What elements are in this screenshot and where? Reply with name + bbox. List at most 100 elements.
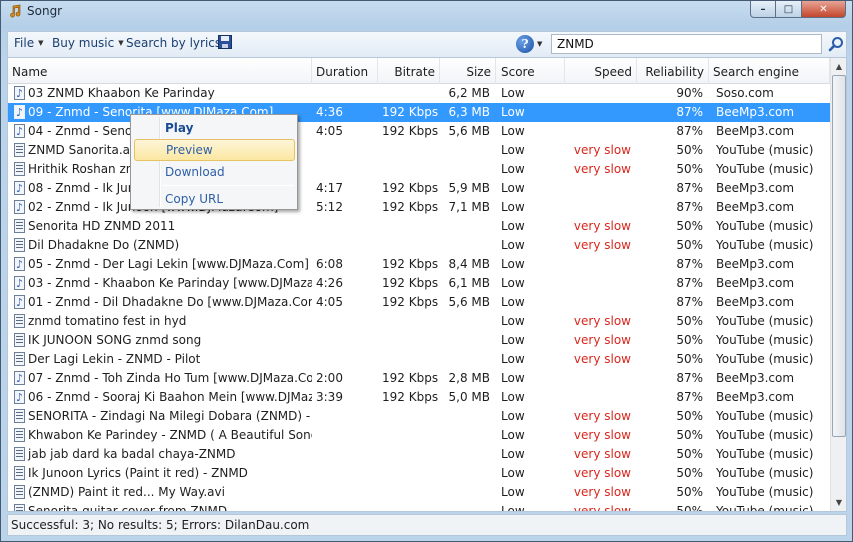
cell-speed: very slow [573, 314, 631, 328]
help-icon[interactable]: ? [516, 35, 534, 53]
chevron-down-icon[interactable]: ▼ [537, 40, 542, 48]
title-bar[interactable]: Songr – □ ✕ [1, 1, 852, 23]
table-row[interactable]: Der Lagi Lekin - ZNMD - Pilot Low very slo… [8, 350, 830, 369]
music-note-icon [10, 4, 21, 18]
search-by-lyrics-link[interactable]: Search by lyrics [126, 36, 221, 50]
column-score[interactable]: Score [497, 58, 565, 84]
column-search-engine[interactable]: Search engine [709, 58, 830, 84]
cell-reliability: 87% [676, 105, 703, 119]
vertical-scrollbar[interactable]: ▲ ▼ [830, 58, 846, 511]
cell-bitrate: 192 Kbps [382, 124, 438, 138]
scrollbar-thumb[interactable] [832, 75, 846, 437]
table-row[interactable]: Ik Junoon Lyrics (Paint it red) - ZNMD Lo… [8, 464, 830, 483]
cell-bitrate [378, 426, 438, 445]
cell-name: 07 - Znmd - Toh Zinda Ho Tum [www.DJMaza… [28, 371, 312, 385]
table-row[interactable]: 01 - Znmd - Dil Dhadakne Do [www.DJMaza.… [8, 293, 830, 312]
cell-speed: very slow [573, 162, 631, 176]
table-row[interactable]: Dil Dhadakne Do (ZNMD) Low very slow 50% You… [8, 236, 830, 255]
cell-speed: very slow [573, 352, 631, 366]
cell-speed [565, 198, 635, 217]
cell-search-engine: BeeMp3.com [716, 124, 795, 138]
cell-score: Low [501, 447, 525, 461]
table-row[interactable]: 05 - Znmd - Der Lagi Lekin [www.DJMaza.C… [8, 255, 830, 274]
cell-search-engine: Soso.com [716, 86, 774, 100]
table-row[interactable]: znmd tomatino fest in hyd Low very slow 50%… [8, 312, 830, 331]
file-menu-label: File [14, 36, 35, 50]
menu-item-download[interactable]: Download [134, 161, 295, 183]
cell-reliability: 50% [676, 143, 703, 157]
menu-item-copy-url[interactable]: Copy URL [134, 188, 295, 210]
cell-name: 06 - Znmd - Sooraj Ki Baahon Mein [www.D… [28, 390, 312, 404]
maximize-button[interactable]: □ [776, 1, 802, 18]
cell-size [440, 350, 494, 369]
cell-score: Low [501, 86, 525, 100]
cell-search-engine: BeeMp3.com [716, 295, 795, 309]
column-bitrate[interactable]: Bitrate [378, 58, 440, 84]
scroll-down-icon[interactable]: ▼ [831, 494, 846, 511]
buy-music-label: Buy music [52, 36, 115, 50]
table-row[interactable]: 06 - Znmd - Sooraj Ki Baahon Mein [www.D… [8, 388, 830, 407]
file-menu[interactable]: File ▼ [14, 36, 43, 50]
cell-score: Low [501, 124, 525, 138]
table-row[interactable]: 07 - Znmd - Toh Zinda Ho Tum [www.DJMaza… [8, 369, 830, 388]
table-row[interactable]: 03 ZNMD Khaabon Ke Parinday 6,2 MB Low 90% S… [8, 84, 830, 103]
cell-speed [565, 122, 635, 141]
cell-duration [312, 312, 378, 331]
search-input[interactable] [551, 34, 822, 54]
cell-reliability: 50% [676, 447, 703, 461]
cell-search-engine: YouTube (music) [716, 485, 814, 499]
cell-search-engine: YouTube (music) [716, 352, 814, 366]
cell-size [440, 141, 494, 160]
cell-score: Low [501, 238, 525, 252]
table-row[interactable]: SENORITA - Zindagi Na Milegi Dobara (ZNM… [8, 407, 830, 426]
status-bar: Successful: 3; No results: 5; Errors: Di… [7, 514, 847, 536]
menu-item-preview[interactable]: Preview [134, 139, 295, 161]
cell-bitrate: 192 Kbps [382, 257, 438, 271]
cell-name: Dil Dhadakne Do (ZNMD) [28, 238, 180, 252]
cell-duration: 4:05 [316, 295, 343, 309]
cell-name: jab jab dard ka badal chaya-ZNMD [28, 447, 236, 461]
menu-item-play[interactable]: Play [134, 117, 295, 139]
cell-speed [565, 179, 635, 198]
table-row[interactable]: 03 - Znmd - Khaabon Ke Parinday [www.DJM… [8, 274, 830, 293]
column-reliability[interactable]: Reliability [637, 58, 709, 84]
column-speed[interactable]: Speed [565, 58, 637, 84]
cell-reliability: 87% [676, 200, 703, 214]
table-row[interactable]: (ZNMD) Paint it red... My Way.avi Low very… [8, 483, 830, 502]
minimize-button[interactable]: – [750, 1, 776, 18]
cell-reliability: 50% [676, 219, 703, 233]
cell-size [440, 407, 494, 426]
search-icon[interactable] [828, 36, 844, 52]
cell-reliability: 87% [676, 276, 703, 290]
cell-speed: very slow [573, 504, 631, 512]
window-title: Songr [27, 4, 63, 18]
table-row[interactable]: Khwabon Ke Parindey - ZNMD ( A Beautiful… [8, 426, 830, 445]
cell-duration [312, 350, 378, 369]
cell-score: Low [501, 409, 525, 423]
buy-music-menu[interactable]: Buy music ▼ [52, 36, 124, 50]
close-button[interactable]: ✕ [802, 1, 846, 18]
cell-search-engine: BeeMp3.com [716, 276, 795, 290]
column-size[interactable]: Size [440, 58, 496, 84]
cell-name: 05 - Znmd - Der Lagi Lekin [www.DJMaza.C… [28, 257, 309, 271]
cell-speed: very slow [573, 428, 631, 442]
cell-bitrate: 192 Kbps [382, 276, 438, 290]
scroll-up-icon[interactable]: ▲ [831, 58, 846, 75]
cell-size: 5,6 MB [448, 124, 490, 138]
column-name[interactable]: Name [8, 58, 312, 84]
table-row[interactable]: Senorita HD ZNMD 2011 Low very slow 50% YouT… [8, 217, 830, 236]
cell-name: 01 - Znmd - Dil Dhadakne Do [www.DJMaza.… [28, 295, 312, 309]
cell-speed: very slow [573, 485, 631, 499]
cell-bitrate [378, 141, 438, 160]
table-row[interactable]: jab jab dard ka badal chaya-ZNMD Low very … [8, 445, 830, 464]
cell-score: Low [501, 219, 525, 233]
table-row[interactable]: IK JUNOON SONG znmd song Low very slow 50% Y… [8, 331, 830, 350]
save-icon[interactable] [218, 35, 232, 49]
cell-duration [312, 217, 378, 236]
cell-search-engine: YouTube (music) [716, 219, 814, 233]
cell-score: Low [501, 314, 525, 328]
table-row[interactable]: Senorita guitar cover from ZNMD Low very s… [8, 502, 830, 512]
cell-duration [312, 84, 378, 103]
cell-name: SENORITA - Zindagi Na Milegi Dobara (ZNM… [28, 409, 312, 423]
column-duration[interactable]: Duration [312, 58, 378, 84]
